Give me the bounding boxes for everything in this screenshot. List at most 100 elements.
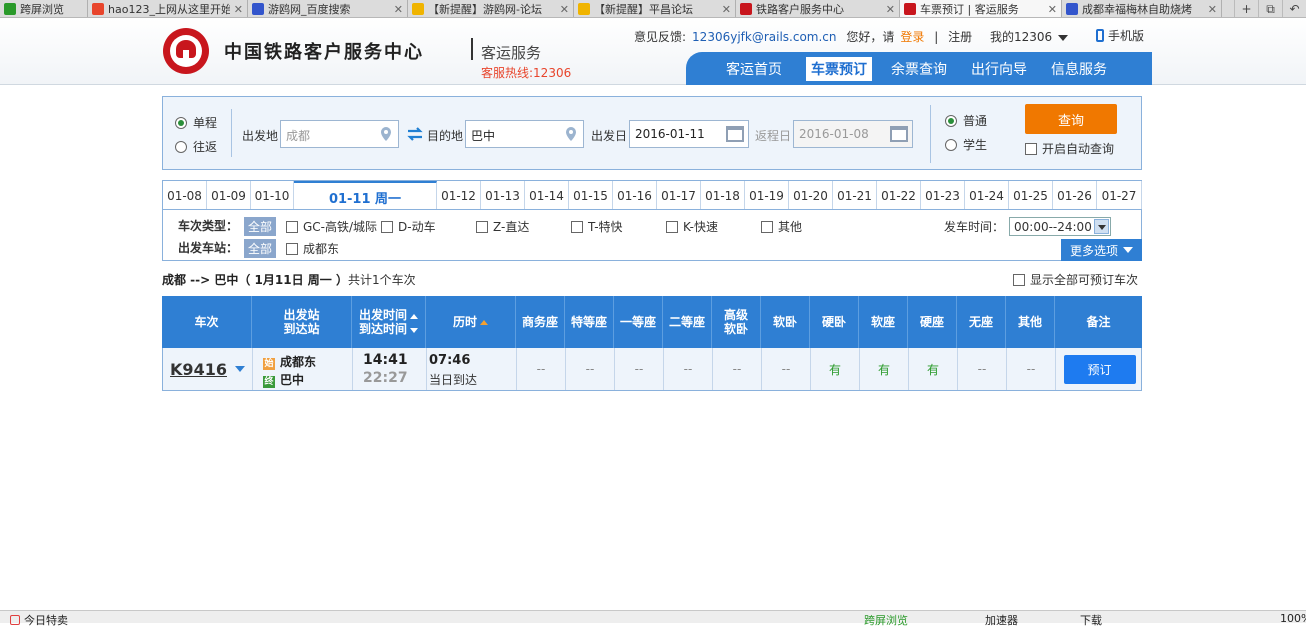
browser-tab[interactable]: 成都幸福梅林自助烧烤 ✕ <box>1062 0 1222 17</box>
date-tab[interactable]: 01-19 <box>745 181 789 210</box>
result-summary: 成都 --> 巴中（ 1月11日 周一 ）共计1个车次 <box>162 271 416 288</box>
seat-cell[interactable]: 有 <box>811 348 860 390</box>
railway-logo[interactable] <box>163 28 209 74</box>
date-tab[interactable]: 01-20 <box>789 181 833 210</box>
nav-item[interactable]: 出行向导 <box>971 59 1027 79</box>
download-button[interactable]: 下载 <box>1080 612 1102 628</box>
column-header: 车次 <box>162 296 252 348</box>
station-all-button[interactable]: 全部 <box>244 239 277 258</box>
swap-stations-icon[interactable] <box>406 127 424 141</box>
nav-item[interactable]: 余票查询 <box>891 59 947 79</box>
train-type-option[interactable]: GC-高铁/城际 <box>286 218 377 235</box>
return-date-input[interactable]: 2016-01-08 <box>793 120 913 148</box>
depart-time-select[interactable]: 00:00--24:00 <box>1009 217 1111 236</box>
close-icon[interactable]: ✕ <box>1208 3 1217 16</box>
date-tab[interactable]: 01-11 周一 <box>294 181 437 211</box>
column-header[interactable]: 出发站 到达站 <box>252 296 352 348</box>
date-tab[interactable]: 01-13 <box>481 181 525 210</box>
column-header-label: 软座 <box>871 315 895 329</box>
browser-tab[interactable]: 游鸥网_百度搜索 ✕ <box>248 0 408 17</box>
date-tab[interactable]: 01-22 <box>877 181 921 210</box>
register-link[interactable]: 注册 <box>948 30 972 44</box>
browser-tab[interactable]: 铁路客户服务中心 ✕ <box>736 0 900 17</box>
date-tab[interactable]: 01-24 <box>965 181 1009 210</box>
seat-cell[interactable]: 有 <box>909 348 958 390</box>
one-way-radio[interactable]: 单程 <box>175 114 217 131</box>
date-tab[interactable]: 01-25 <box>1009 181 1053 210</box>
date-tab[interactable]: 01-26 <box>1053 181 1097 210</box>
date-tab[interactable]: 01-17 <box>657 181 701 210</box>
date-tab[interactable]: 01-12 <box>437 181 481 210</box>
cross-screen-button[interactable]: 跨屏浏览 <box>864 612 908 628</box>
mobile-version-link[interactable]: 手机版 <box>1096 27 1144 44</box>
tab-title: 成都幸福梅林自助烧烤 <box>1082 3 1192 16</box>
seat-cell[interactable]: 有 <box>860 348 909 390</box>
status-left[interactable]: 今日特卖 <box>10 612 68 628</box>
train-type-option[interactable]: K-快速 <box>666 218 718 235</box>
checkbox-icon <box>1025 143 1037 155</box>
close-icon[interactable]: ✕ <box>886 3 895 16</box>
query-button[interactable]: 查询 <box>1025 104 1117 134</box>
train-number-link[interactable]: K9416 <box>170 360 227 379</box>
date-tab[interactable]: 01-10 <box>251 181 294 210</box>
close-icon[interactable]: ✕ <box>722 3 731 16</box>
column-header-label: 无座 <box>969 315 993 329</box>
date-tab[interactable]: 01-18 <box>701 181 745 210</box>
auto-query-checkbox[interactable]: 开启自动查询 <box>1025 140 1114 157</box>
accelerator-button[interactable]: 加速器 <box>985 612 1018 628</box>
browser-tab[interactable]: hao123_上网从这里开始 ✕ <box>88 0 248 17</box>
header-line: 特等座 <box>570 315 607 329</box>
close-icon[interactable]: ✕ <box>394 3 403 16</box>
calendar-icon[interactable] <box>726 126 744 142</box>
book-button[interactable]: 预订 <box>1063 354 1136 384</box>
gift-icon <box>10 615 20 625</box>
new-tab-icon[interactable]: + <box>1234 0 1258 17</box>
date-tab[interactable]: 01-27 <box>1097 181 1142 210</box>
undo-close-icon[interactable]: ↶ <box>1282 0 1306 17</box>
round-trip-radio[interactable]: 往返 <box>175 138 217 155</box>
nav-item[interactable]: 车票预订 <box>806 56 872 81</box>
column-header-label: 历时 <box>453 315 477 329</box>
browser-tab[interactable]: 【新提醒】游鸥网-论坛 ✕ <box>408 0 574 17</box>
main-nav: 客运首页 车票预订 余票查询 出行向导 信息服务 <box>686 52 1152 85</box>
chevron-down-icon[interactable] <box>234 366 245 372</box>
browser-tab[interactable]: 【新提醒】平昌论坛 ✕ <box>574 0 736 17</box>
date-tab[interactable]: 01-23 <box>921 181 965 210</box>
station-option[interactable]: 成都东 <box>286 240 339 257</box>
nav-item[interactable]: 客运首页 <box>726 59 782 79</box>
feedback-mail-link[interactable]: 12306yjfk@rails.com.cn <box>692 30 836 44</box>
student-ticket-radio[interactable]: 学生 <box>945 136 987 153</box>
train-type-option-label: GC-高铁/城际 <box>303 220 378 234</box>
date-tab[interactable]: 01-08 <box>163 181 207 210</box>
to-station-input[interactable]: 巴中 <box>465 120 584 148</box>
train-type-option[interactable]: T-特快 <box>571 218 623 235</box>
my12306-menu[interactable]: 我的12306 <box>990 28 1069 45</box>
browser-tab[interactable]: 车票预订 | 客运服务 ✕ <box>900 0 1062 17</box>
train-type-all-button[interactable]: 全部 <box>244 217 277 236</box>
close-icon[interactable]: ✕ <box>560 3 569 16</box>
close-icon[interactable]: ✕ <box>1048 3 1057 16</box>
login-link[interactable]: 登录 <box>900 30 924 44</box>
more-options-button[interactable]: 更多选项 <box>1061 239 1142 261</box>
browser-tab[interactable]: 跨屏浏览 <box>0 0 88 17</box>
from-station-input[interactable]: 成都 <box>280 120 399 148</box>
date-tab[interactable]: 01-14 <box>525 181 569 210</box>
date-tab[interactable]: 01-16 <box>613 181 657 210</box>
depart-date-input[interactable]: 2016-01-11 <box>629 120 749 148</box>
date-tab[interactable]: 01-15 <box>569 181 613 210</box>
header-line: 到达时间 <box>359 322 418 336</box>
restore-tabs-icon[interactable]: ⧉ <box>1258 0 1282 17</box>
train-type-option[interactable]: 其他 <box>761 218 802 235</box>
calendar-icon[interactable] <box>890 126 908 142</box>
train-type-option[interactable]: Z-直达 <box>476 218 529 235</box>
show-all-checkbox[interactable]: 显示全部可预订车次 <box>1013 271 1138 288</box>
column-header[interactable]: 出发时间 到达时间 <box>352 296 426 348</box>
normal-ticket-radio[interactable]: 普通 <box>945 112 987 129</box>
date-tab[interactable]: 01-21 <box>833 181 877 210</box>
nav-item[interactable]: 信息服务 <box>1051 59 1107 79</box>
train-type-option[interactable]: D-动车 <box>381 218 436 235</box>
column-header[interactable]: 历时 <box>426 296 516 348</box>
close-icon[interactable]: ✕ <box>234 3 243 16</box>
date-tab[interactable]: 01-09 <box>207 181 251 210</box>
zoom-level[interactable]: 100% <box>1280 612 1306 625</box>
